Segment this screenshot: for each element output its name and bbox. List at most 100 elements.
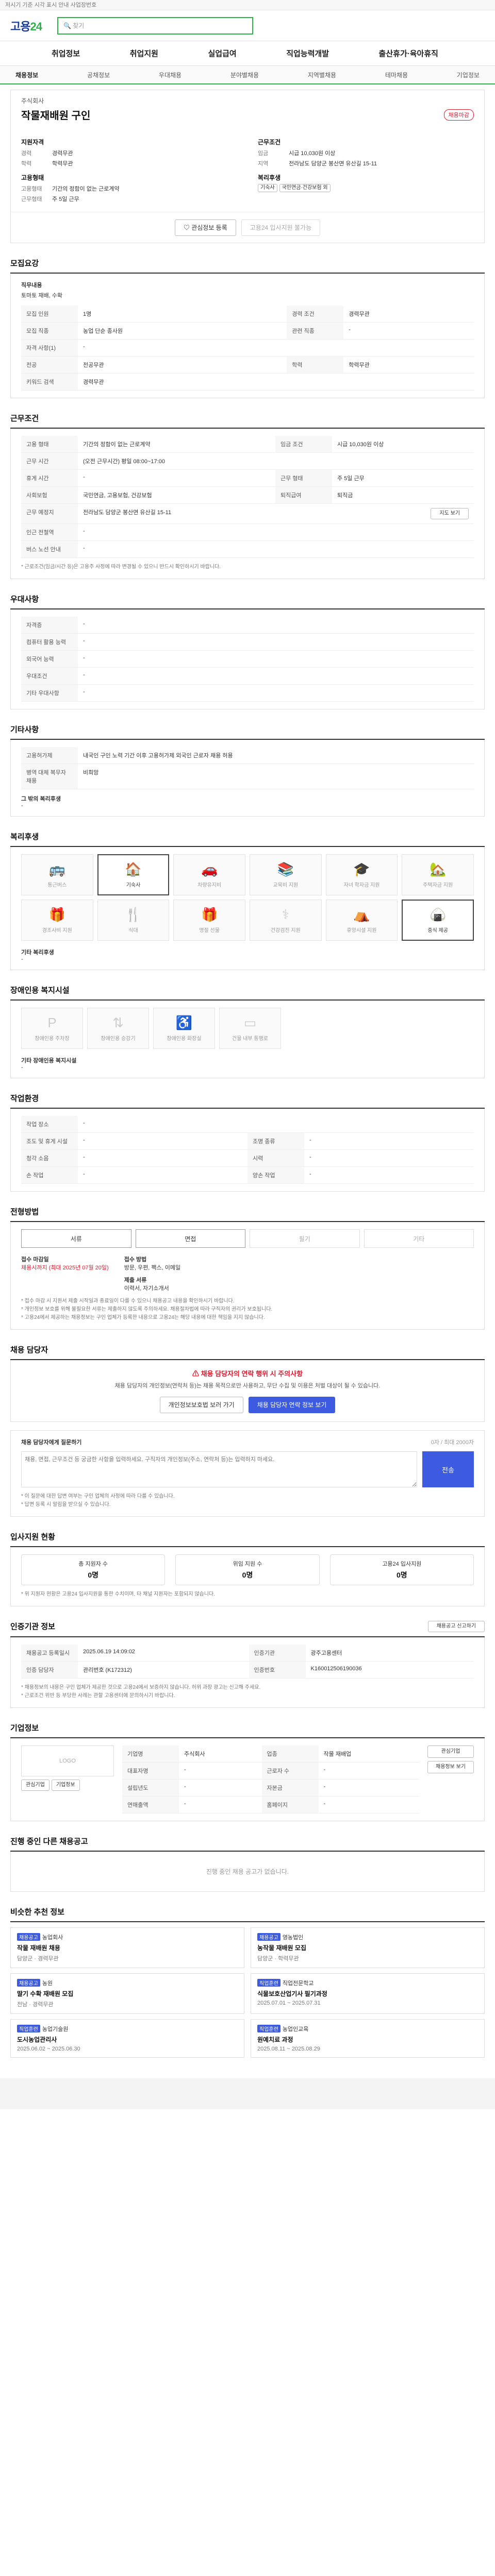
table-row: 자격증 -	[21, 617, 474, 634]
recommend-title: 농작물 재배원 모집	[257, 1944, 306, 1952]
logo[interactable]: 고용24	[10, 18, 42, 34]
summary-heading: 지원자격	[21, 139, 44, 146]
table-row: 컴퓨터 활용 능력 -	[21, 633, 474, 651]
apply-button[interactable]: 고용24 입사지원 불가능	[241, 219, 321, 236]
value: 학력무관	[52, 161, 73, 167]
pref-table: 자격증 - 컴퓨터 활용 능력 - 외국어 능력 - 우대조건 - 기타 우대사항 -	[21, 617, 474, 702]
tab[interactable]: 테마채용	[385, 71, 408, 79]
doc-label: 제출 서류	[124, 1277, 147, 1283]
contact-info-button[interactable]: 채용 담당자 연락 정보 보기	[248, 1397, 336, 1413]
job-title: 작물재배원 구인	[21, 110, 91, 122]
nav-item[interactable]: 실업급여	[208, 48, 236, 59]
welfare-item-label: 차량유지비	[197, 883, 222, 888]
recommend-company: 농업회사	[42, 1935, 63, 1941]
welfare-box: 🚌 통근버스 🏠 기숙사 🚗 차량유지비 📚 교육비 지원 🎓 자녀 학자금 지원 🏡 주택자금 지원…	[10, 847, 485, 970]
welfare-item-label: 기숙사	[126, 883, 141, 888]
recommend-tag: 직업훈련	[257, 2025, 280, 2032]
welfare-pill: 국민연금·건강보험 외	[279, 184, 331, 192]
section-title: 전형방법	[10, 1206, 485, 1222]
welfare-item-label: 경조사비 지원	[42, 928, 72, 934]
company-name[interactable]: 주식회사	[21, 96, 474, 105]
process-note: * 접수 마감 시 지원서 제출 시작일과 종료일이 다를 수 있으니 채용공고…	[21, 1298, 235, 1304]
nav-item[interactable]: 직업능력개발	[286, 48, 329, 59]
env-table: 작업 장소 - 조도 및 휴게 시설 - 조명 종류 - 청각 소음 - 시력 - 손 작업 -…	[21, 1116, 474, 1184]
info-note: * 근로조건 위반 등 부당한 사례는 관할 고용센터에 문의하시기 바랍니다.	[21, 1693, 175, 1699]
parking-icon: P	[47, 1015, 57, 1030]
favorite-company-button[interactable]: 관심기업	[427, 1745, 474, 1758]
recommend-company: 농업인교육	[282, 2026, 309, 2032]
section-title: 기타사항	[10, 724, 485, 740]
nav-item[interactable]: 출산휴가·육아휴직	[379, 48, 438, 59]
welfare-item-label: 명절 선물	[199, 928, 220, 934]
value: 시급 10,030원 이상	[289, 150, 336, 157]
table-row: 채용공고 등록일시 2025.06.19 14:09:02 인증기관 광주고용센터	[21, 1645, 474, 1662]
step-written: 필기	[250, 1229, 360, 1248]
qa-submit-button[interactable]: 전송	[422, 1451, 474, 1487]
map-button[interactable]: 지도 보기	[431, 508, 469, 519]
save-interest-button[interactable]: ♡ 관심정보 등록	[174, 219, 236, 236]
company-info-button[interactable]: 기업정보	[51, 1780, 80, 1791]
section-title: 우대사항	[10, 594, 485, 609]
table-row: 설립년도 - 자본금 -	[122, 1779, 419, 1797]
section-title: 기업정보	[10, 1722, 485, 1738]
table-row: 버스 노선 안내 -	[21, 540, 474, 558]
applicants-box: 총 지원자 수 0명 위임 지원 수 0명 고용24 입사지원 0명 * 위 지원자 …	[10, 1547, 485, 1606]
company-jobs-button[interactable]: 채용정보 보기	[427, 1761, 474, 1773]
company-table: 기업명 주식회사 업종 작물 재배업 대표자명 - 근로자 수- 설립년도 - 자본금 - 연매…	[122, 1745, 419, 1814]
home-icon: 🏡	[429, 861, 447, 877]
company-logo: LOGO	[21, 1745, 114, 1776]
method-label: 접수 방법	[124, 1257, 147, 1263]
recommend-card[interactable]: 채용공고 농원 딸기 수확 재배원 모집 전남 · 경력무관	[10, 1973, 244, 2014]
section-title: 근무조건	[10, 413, 485, 429]
report-button[interactable]: 채용공고 신고하기	[427, 1621, 485, 1632]
main-nav: 취업정보 취업지원 실업급여 직업능력개발 출산휴가·육아휴직	[0, 41, 495, 66]
book-icon: 📚	[277, 861, 294, 877]
recommend-card[interactable]: 직업훈련 직업전문학교 식물보호산업기사 필기과정 2025.07.01 ~ 2025…	[251, 1973, 485, 2014]
tab[interactable]: 기업정보	[457, 71, 480, 79]
info-note: * 채용정보의 내용은 구인 업체가 제공한 것으로 고용24에서 보증하지 않…	[21, 1685, 261, 1690]
search-input[interactable]: 🔍 찾기	[57, 16, 253, 35]
company-box: LOGO 관심기업 기업정보 기업명 주식회사 업종 작물 재배업 대표자명 - 근로자 …	[10, 1738, 485, 1821]
value: 경력무관	[52, 150, 73, 157]
label: 근무형태	[21, 196, 42, 202]
tab[interactable]: 공채정보	[87, 71, 110, 79]
tab[interactable]: 우대채용	[159, 71, 182, 79]
recommend-card[interactable]: 채용공고 농업회사 작물 재배원 채용 담양군 · 경력무관	[10, 1927, 244, 1968]
car-icon: 🚗	[201, 861, 218, 877]
qa-note: * 답변 등록 시 알림을 받으실 수 있습니다.	[21, 1502, 111, 1507]
section-title: 진행 중인 다른 채용공고	[10, 1836, 485, 1852]
nav-item[interactable]: 취업정보	[52, 48, 80, 59]
present-icon: 🎁	[201, 907, 218, 922]
welfare-item: ⚕ 건강검진 지원	[250, 900, 322, 941]
recommend-card[interactable]: 채용공고 영농법인 농작물 재배원 모집 담양군 · 학력무관	[251, 1927, 485, 1968]
table-row: 근무 예정지 전라남도 담양군 봉산면 유산길 15-11 지도 보기	[21, 503, 474, 524]
summary-heading: 복리후생	[258, 174, 281, 181]
tab[interactable]: 분야별채용	[230, 71, 259, 79]
nav-item[interactable]: 취업지원	[130, 48, 158, 59]
qa-textarea[interactable]	[21, 1451, 417, 1487]
disab-item: ▭ 건물 내부 통행로	[219, 1008, 281, 1049]
duty-label: 직무내용	[21, 282, 42, 289]
recommend-title: 작물 재배원 채용	[17, 1944, 60, 1952]
graduation-icon: 🎓	[353, 861, 370, 877]
disab-box: P 장애인용 주차장 ⇅ 장애인용 승강기 ♿ 장애인용 화장실 ▭ 건물 내부 통행로…	[10, 1001, 485, 1078]
recommend-card[interactable]: 직업훈련 농업인교육 원예치료 과정 2025.08.11 ~ 2025.08.29	[251, 2019, 485, 2058]
process-note: * 개인정보 보호를 위해 불필요한 서류는 제출하지 않도록 주의하세요. 채…	[21, 1307, 273, 1312]
section-title: 채용 담당자	[10, 1344, 485, 1360]
etc-box: 고용허가제 내국인 구인 노력 기간 이후 고용허가제 외국인 근로자 채용 허용…	[10, 740, 485, 817]
interest-company-button[interactable]: 관심기업	[21, 1780, 50, 1791]
recommend-tag: 채용공고	[17, 1933, 40, 1941]
alert-icon: ⚠	[192, 1370, 201, 1378]
welfare-item-label: 자녀 학자금 지원	[343, 883, 380, 888]
info-box: 채용공고 등록일시 2025.06.19 14:09:02 인증기관 광주고용센터 인…	[10, 1637, 485, 1708]
recommend-card[interactable]: 직업훈련 농업기술원 도시농업관리사 2025.06.02 ~ 2025.06.30	[10, 2019, 244, 2058]
welfare-extra-label: 기타 복리후생	[21, 950, 54, 956]
tab-recruit[interactable]: 채용정보	[15, 71, 38, 79]
info-table: 채용공고 등록일시 2025.06.19 14:09:02 인증기관 광주고용센터 인…	[21, 1645, 474, 1679]
section-title: 모집요강	[10, 258, 485, 274]
recommend-company: 농원	[42, 1980, 53, 1987]
welfare-item: 🎓 자녀 학자금 지원	[325, 854, 398, 895]
table-row: 사회보험 국민연금, 고용보험, 건강보험 퇴직급여 퇴직금	[21, 486, 474, 504]
tab[interactable]: 지역별채용	[308, 71, 336, 79]
privacy-law-button[interactable]: 개인정보보호법 보러 가기	[159, 1397, 243, 1413]
